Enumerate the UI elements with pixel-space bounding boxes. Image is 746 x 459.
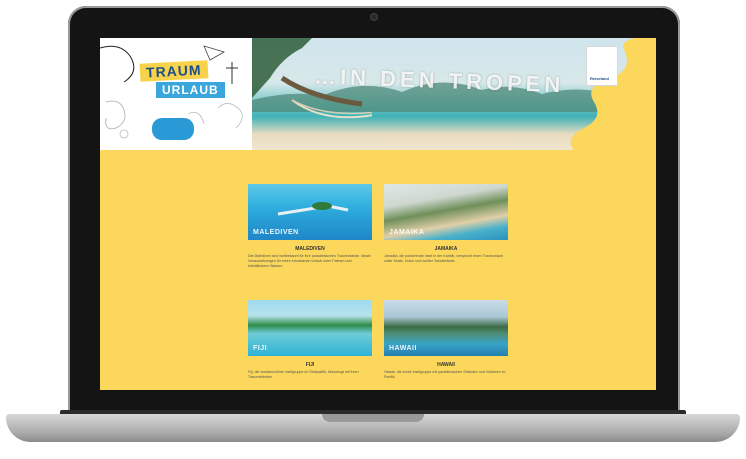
card-image-label: FIJI xyxy=(253,345,268,352)
card-text: Hawaii, die bunte Inselgruppe mit paradi… xyxy=(384,370,506,379)
card-title[interactable]: FIJI xyxy=(248,362,372,368)
card-text: Fiji, die wunderschöne Inselgruppe im Sü… xyxy=(248,370,359,379)
brand-badge[interactable]: Reiseland xyxy=(586,46,618,86)
website-screen: TRAUM URLAUB …IN DEN TROPEN Reiseland MA… xyxy=(100,38,656,390)
card-image[interactable]: MALEDIVEN xyxy=(248,184,372,240)
webcam xyxy=(371,14,377,20)
traumurlaub-logo[interactable]: TRAUM URLAUB xyxy=(138,60,225,102)
card-image-label: HAWAII xyxy=(389,345,417,352)
card-image[interactable]: FIJI xyxy=(248,300,372,356)
card-title[interactable]: MALEDIVEN xyxy=(248,246,372,252)
card-title[interactable]: HAWAII xyxy=(384,362,508,368)
card-text: Die Malediven sind weltbekannt für ihre … xyxy=(248,254,371,268)
laptop-frame: TRAUM URLAUB …IN DEN TROPEN Reiseland MA… xyxy=(0,0,746,459)
laptop-base-notch xyxy=(322,414,424,422)
logo-text-line1: TRAUM xyxy=(139,60,208,82)
card-image-label: JAMAIKA xyxy=(389,229,425,236)
header-banner: TRAUM URLAUB …IN DEN TROPEN Reiseland xyxy=(100,38,656,150)
card-text: Jamaika, die pulsierende Insel in der Ka… xyxy=(384,254,503,263)
card-image-label: MALEDIVEN xyxy=(253,229,299,236)
badge-brand-name: Reiseland xyxy=(590,76,609,81)
card-image[interactable]: HAWAII xyxy=(384,300,508,356)
card-image[interactable]: JAMAIKA xyxy=(384,184,508,240)
palm-tree-illustration xyxy=(252,38,372,119)
card-title[interactable]: JAMAIKA xyxy=(384,246,508,252)
logo-text-line2: URLAUB xyxy=(156,82,225,98)
speech-bubble-button[interactable] xyxy=(152,118,194,140)
